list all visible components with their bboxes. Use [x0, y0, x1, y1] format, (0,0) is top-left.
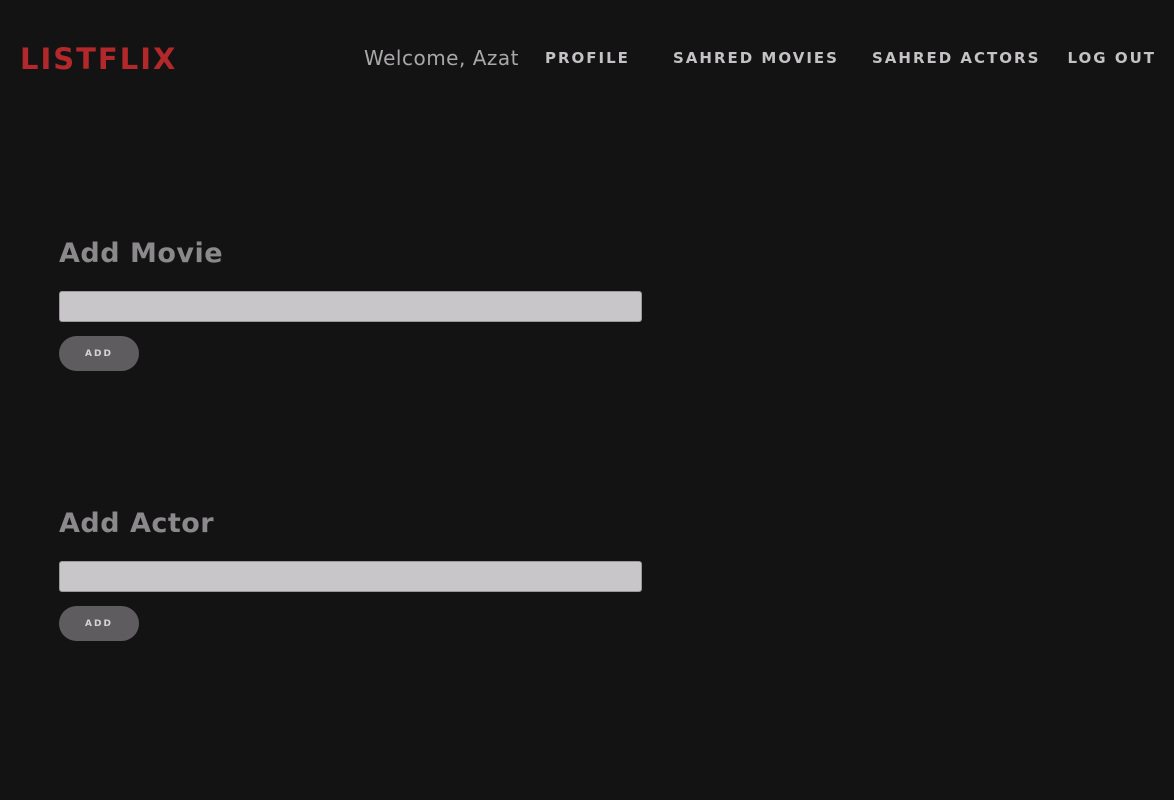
add-actor-button[interactable]: ADD: [59, 606, 139, 641]
add-movie-section: Add Movie ADD: [59, 236, 643, 371]
brand-logo[interactable]: LISTFLIX: [20, 40, 177, 78]
add-actor-section: Add Actor ADD: [59, 506, 643, 641]
add-actor-title: Add Actor: [59, 508, 215, 539]
nav-shared-actors-link[interactable]: SAHRED ACTORS: [872, 48, 1040, 68]
nav-logout-link[interactable]: LOG OUT: [1068, 48, 1156, 68]
navbar: LISTFLIX Welcome, Azat PROFILE SAHRED MO…: [0, 0, 1174, 116]
actor-input[interactable]: [59, 561, 642, 592]
add-movie-title: Add Movie: [59, 238, 224, 269]
movie-input[interactable]: [59, 291, 642, 322]
add-movie-button[interactable]: ADD: [59, 336, 139, 371]
nav-profile-link[interactable]: PROFILE: [545, 48, 630, 68]
nav-shared-movies-link[interactable]: SAHRED MOVIES: [673, 48, 839, 68]
welcome-message: Welcome, Azat: [364, 46, 519, 70]
